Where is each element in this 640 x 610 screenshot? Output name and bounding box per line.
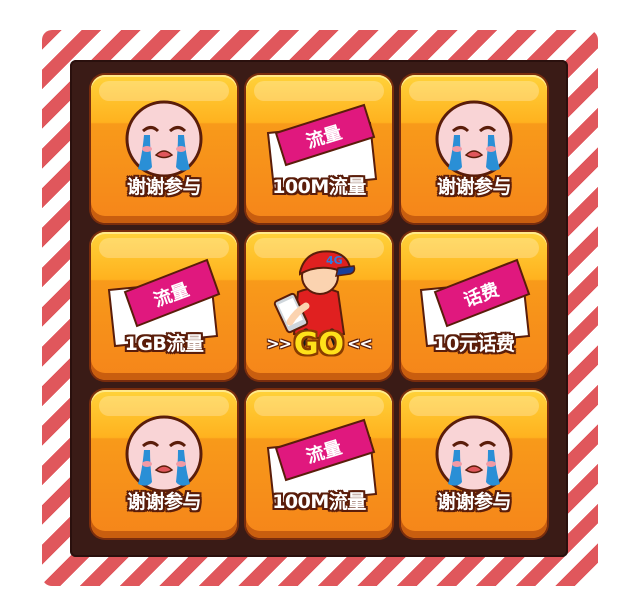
prize-label: 100M流量: [272, 491, 366, 513]
go-label: GO: [293, 327, 345, 362]
go-row: >> GO <<: [246, 327, 392, 362]
prize-tile-thanks-2[interactable]: 谢谢参与: [401, 75, 547, 223]
data-ticket-icon: 流量: [266, 103, 378, 191]
prize-label: 100M流量: [272, 176, 366, 198]
prize-tile-10-yuan-credit[interactable]: 话费 10元话费: [401, 232, 547, 380]
crying-face-icon: [435, 415, 513, 493]
right-arrows: <<: [347, 334, 373, 353]
crying-face-icon: [435, 100, 513, 178]
prize-label: 谢谢参与: [436, 176, 512, 198]
prize-label: 10元话费: [433, 333, 515, 355]
prize-tile-100m-data-bottom[interactable]: 流量 100M流量: [246, 390, 392, 538]
prize-label: 谢谢参与: [126, 176, 202, 198]
crying-face-icon: [125, 100, 203, 178]
credit-ticket-icon: 话费: [419, 258, 531, 348]
prize-label: 谢谢参与: [436, 491, 512, 513]
prize-tile-1gb-data[interactable]: 流量 1GB流量: [91, 232, 237, 380]
prize-label: 1GB流量: [124, 333, 204, 355]
prize-board: 谢谢参与 流量 100M流量 谢谢参与 流量 1GB流量 4G >> GO <<…: [70, 60, 568, 557]
prize-tile-thanks-3[interactable]: 谢谢参与: [91, 390, 237, 538]
prize-tile-thanks-1[interactable]: 谢谢参与: [91, 75, 237, 223]
left-arrows: >>: [266, 334, 292, 353]
prize-label: 谢谢参与: [126, 491, 202, 513]
go-button[interactable]: 4G >> GO <<: [246, 232, 392, 380]
crying-face-icon: [125, 415, 203, 493]
mascot-cap-text: 4G: [326, 254, 343, 267]
prize-tile-thanks-4[interactable]: 谢谢参与: [401, 390, 547, 538]
prize-tile-100m-data-top[interactable]: 流量 100M流量: [246, 75, 392, 223]
data-ticket-icon: 流量: [266, 418, 378, 506]
data-ticket-icon: 流量: [107, 258, 221, 348]
